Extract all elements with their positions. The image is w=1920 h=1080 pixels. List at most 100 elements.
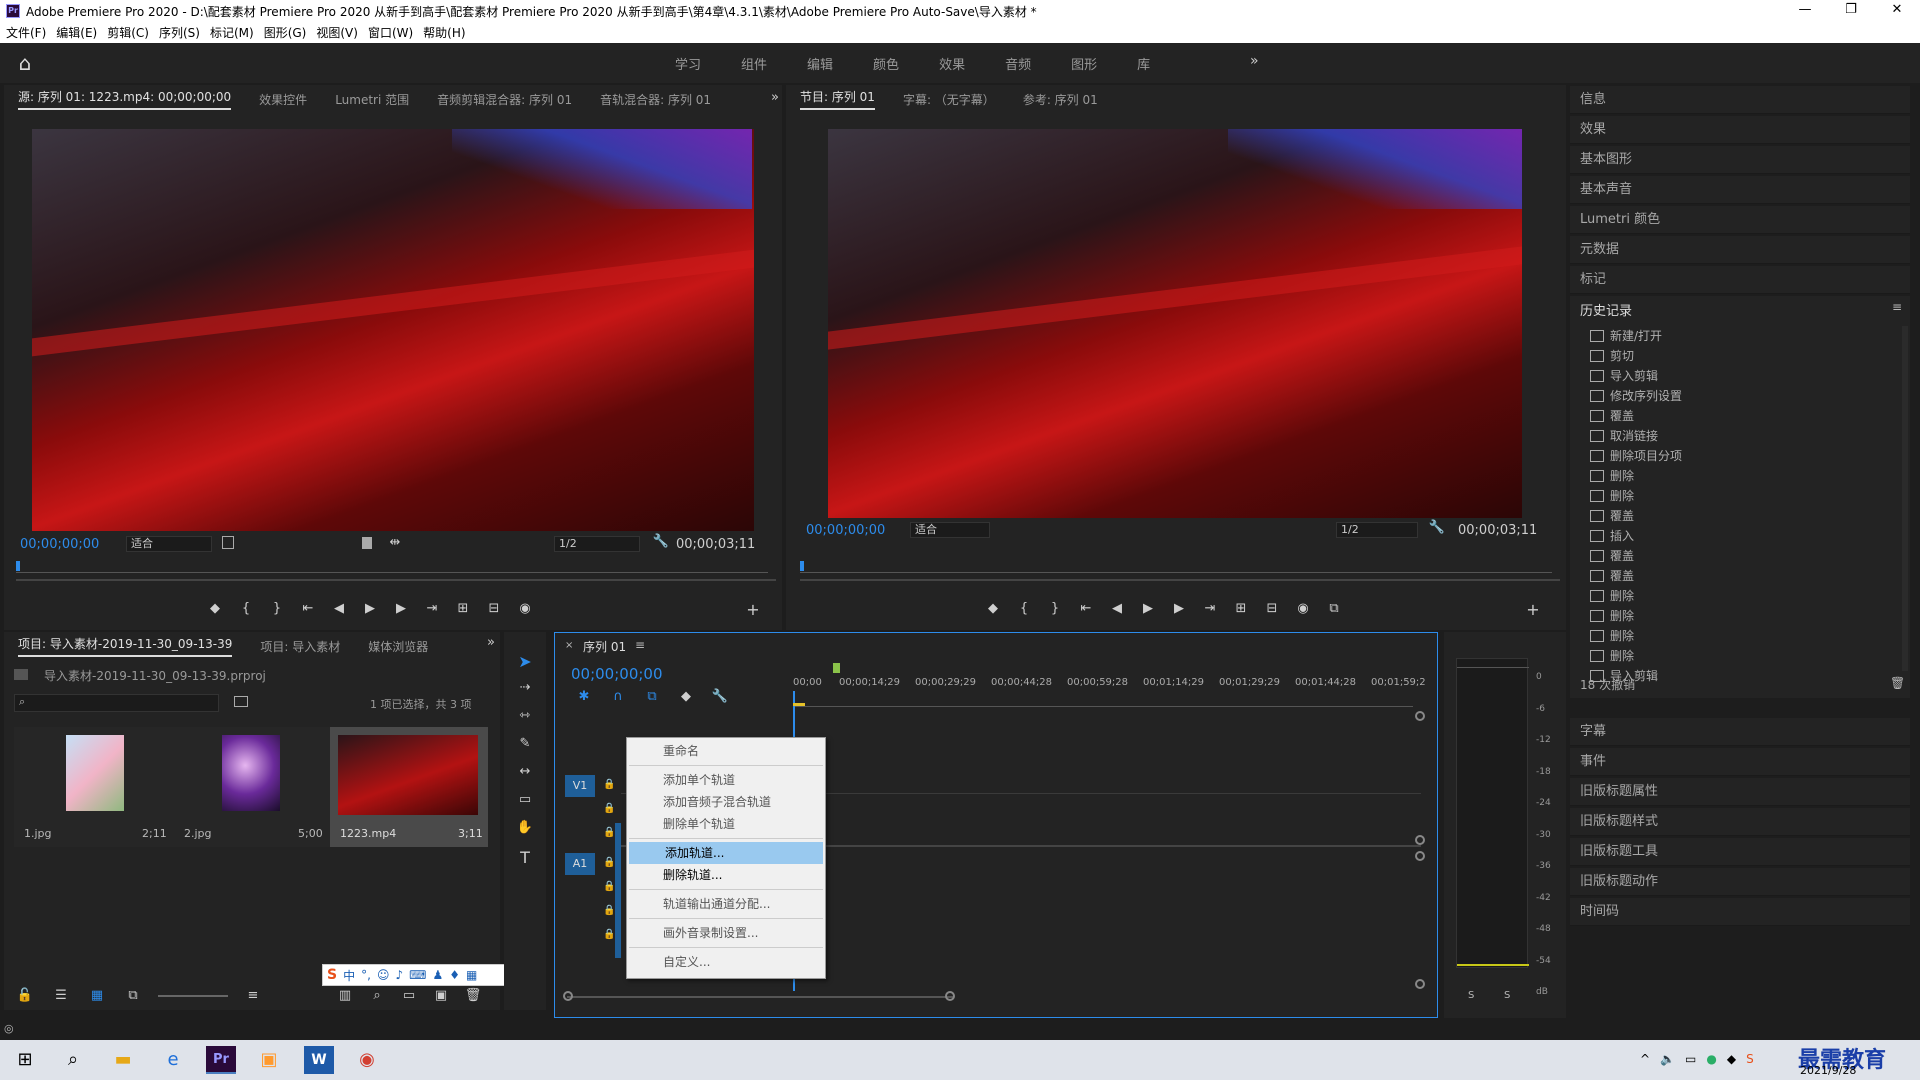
v-scroll-handle[interactable]	[1415, 851, 1425, 861]
workspace-tab-assembly[interactable]: 组件	[741, 54, 767, 73]
workspace-tab-color[interactable]: 颜色	[873, 54, 899, 73]
step-back-icon[interactable]: ◀	[328, 601, 350, 616]
tab-effect-controls[interactable]: 效果控件	[259, 91, 307, 108]
ime-mic-icon[interactable]: ♪	[395, 968, 403, 982]
timeline-sequence-tab[interactable]: 序列 01	[583, 638, 626, 655]
comparison-view-icon[interactable]: ⧉	[1323, 601, 1345, 616]
mark-in-icon[interactable]: {	[235, 601, 257, 616]
ime-keyboard-icon[interactable]: ⌨	[409, 968, 426, 982]
history-item[interactable]: 删除	[1570, 466, 1900, 486]
history-item[interactable]: 删除	[1570, 606, 1900, 626]
lock-icon[interactable]: 🔓	[14, 988, 36, 1003]
program-fit-dropdown[interactable]: 适合	[910, 522, 990, 538]
clip-icon[interactable]	[362, 537, 372, 549]
find-icon[interactable]: ⌕	[366, 988, 388, 1003]
tab-project[interactable]: 项目: 导入素材	[260, 638, 340, 655]
clear-icon[interactable]: 🗑	[462, 988, 484, 1003]
h-scroll-right-handle[interactable]	[945, 991, 955, 1001]
overwrite-icon[interactable]: ⊟	[483, 601, 505, 616]
menu-item-customize[interactable]: 自定义...	[627, 951, 825, 973]
tab-audio-track-mixer[interactable]: 音轨混合器: 序列 01	[600, 91, 711, 108]
program-step-back-icon[interactable]: ◀	[1106, 601, 1128, 616]
icon-view-icon[interactable]: ▦	[86, 988, 108, 1003]
pen-tool-icon[interactable]: ▭	[514, 792, 536, 807]
source-time-ruler[interactable]	[16, 563, 768, 573]
history-item[interactable]: 覆盖	[1570, 506, 1900, 526]
timeline-timecode[interactable]: 00;00;00;00	[571, 665, 663, 683]
lock-track-icon[interactable]: 🔒	[603, 905, 615, 916]
edge-browser-icon[interactable]: e	[158, 1046, 188, 1074]
tab-program[interactable]: 节目: 序列 01	[800, 88, 875, 110]
v-scroll-bottom-handle[interactable]	[1415, 979, 1425, 989]
lock-track-icon[interactable]: 🔒	[603, 827, 615, 838]
workspace-tab-editing[interactable]: 编辑	[807, 54, 833, 73]
in-point-marker[interactable]	[833, 663, 840, 673]
chrome-taskbar-icon[interactable]: ◉	[352, 1046, 382, 1074]
history-item[interactable]: 覆盖	[1570, 546, 1900, 566]
word-taskbar-icon[interactable]: W	[304, 1046, 334, 1074]
workspace-tab-audio[interactable]: 音频	[1005, 54, 1031, 73]
selection-tool-icon[interactable]: ➤	[514, 652, 536, 671]
menu-item-add-submix-track[interactable]: 添加音频子混合轨道	[627, 791, 825, 813]
work-area-bar[interactable]	[793, 703, 805, 706]
menu-item-delete-single-track[interactable]: 删除单个轨道	[627, 813, 825, 835]
tab-captions[interactable]: 字幕: （无字幕）	[903, 91, 995, 108]
history-item[interactable]: 删除	[1570, 486, 1900, 506]
timeline-marker-icon[interactable]: ◆	[675, 689, 697, 704]
panel-legacy-title-styles[interactable]: 旧版标题样式	[1570, 808, 1910, 836]
history-item[interactable]: 剪切	[1570, 346, 1900, 366]
history-item[interactable]: 删除	[1570, 626, 1900, 646]
home-icon[interactable]: ⌂	[14, 52, 36, 74]
show-hidden-icons-icon[interactable]: ^	[1640, 1052, 1650, 1066]
program-zoom-bar[interactable]	[800, 579, 1560, 581]
history-item[interactable]: 删除	[1570, 646, 1900, 666]
workspace-tab-learn[interactable]: 学习	[675, 54, 701, 73]
menu-item-rename[interactable]: 重命名	[627, 740, 825, 762]
menu-edit[interactable]: 编辑(E)	[56, 24, 97, 41]
tab-source[interactable]: 源: 序列 01: 1223.mp4: 00;00;00;00	[18, 88, 232, 110]
lock-track-icon[interactable]: 🔒	[603, 929, 615, 940]
sogou-tray-icon[interactable]: S	[1746, 1052, 1754, 1066]
volume-icon[interactable]: 🔈	[1660, 1052, 1675, 1066]
history-item[interactable]: 删除	[1570, 586, 1900, 606]
menu-clip[interactable]: 剪辑(C)	[107, 24, 149, 41]
add-marker-icon[interactable]: ◆	[204, 601, 226, 616]
program-step-forward-icon[interactable]: ▶	[1168, 601, 1190, 616]
tab-reference[interactable]: 参考: 序列 01	[1023, 91, 1098, 108]
history-item[interactable]: 导入剪辑	[1570, 366, 1900, 386]
program-play-icon[interactable]: ▶	[1137, 601, 1159, 616]
menu-item-add-single-track[interactable]: 添加单个轨道	[627, 769, 825, 791]
zoom-slider[interactable]	[158, 994, 228, 997]
panel-legacy-title-actions[interactable]: 旧版标题动作	[1570, 868, 1910, 896]
play-icon[interactable]: ▶	[359, 601, 381, 616]
panel-essential-graphics[interactable]: 基本图形	[1570, 146, 1910, 174]
track-target-a1[interactable]: A1	[565, 853, 595, 875]
menu-item-add-tracks[interactable]: 添加轨道...	[629, 842, 823, 864]
nest-icon[interactable]: ✱	[573, 689, 595, 704]
minimize-button[interactable]: —	[1782, 0, 1828, 22]
tab-audio-clip-mixer[interactable]: 音频剪辑混合器: 序列 01	[437, 91, 572, 108]
lock-track-icon[interactable]: 🔒	[603, 857, 615, 868]
h-scroll-bar[interactable]	[567, 996, 953, 998]
v-scroll-top-handle[interactable]	[1415, 711, 1425, 721]
v-scroll-handle[interactable]	[1415, 835, 1425, 845]
lock-track-icon[interactable]: 🔒	[603, 803, 615, 814]
track-target-v1[interactable]: V1	[565, 775, 595, 797]
ime-punctuation-icon[interactable]: °,	[361, 968, 371, 982]
premiere-taskbar-icon[interactable]: Pr	[206, 1046, 236, 1074]
drag-video-icon[interactable]: ⇹	[384, 535, 406, 550]
program-go-to-out-icon[interactable]: ⇥	[1199, 601, 1221, 616]
search-icon[interactable]: ⌕	[58, 1046, 88, 1074]
program-wrench-icon[interactable]: 🔧	[1426, 520, 1448, 535]
tab-media-browser[interactable]: 媒体浏览器	[368, 638, 428, 655]
project-item-selected[interactable]: 1223.mp4 3;11	[330, 727, 488, 847]
solo-right-button[interactable]: S	[1504, 990, 1510, 1001]
step-forward-icon[interactable]: ▶	[390, 601, 412, 616]
tab-project-active[interactable]: 项目: 导入素材-2019-11-30_09-13-39	[18, 635, 233, 657]
wechat-tray-icon[interactable]: ●	[1706, 1052, 1716, 1066]
tab-lumetri-scopes[interactable]: Lumetri 范围	[335, 91, 409, 108]
go-to-out-icon[interactable]: ⇥	[421, 601, 443, 616]
source-timecode[interactable]: 00;00;00;00	[20, 537, 99, 552]
ime-toolbar[interactable]: S 中 °, ☺ ♪ ⌨ ♟ ♦ ▦	[322, 964, 526, 986]
program-mark-out-icon[interactable]: }	[1044, 601, 1066, 616]
